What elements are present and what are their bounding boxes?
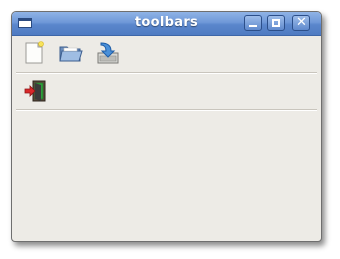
minimize-button[interactable] xyxy=(244,15,262,31)
new-document-icon xyxy=(25,41,44,64)
close-button[interactable]: ✕ xyxy=(292,15,310,31)
open-button[interactable] xyxy=(58,40,84,66)
open-folder-icon xyxy=(59,46,83,62)
save-icon xyxy=(97,42,119,64)
toolbar-exit xyxy=(12,74,321,110)
save-button[interactable] xyxy=(95,40,121,66)
maximize-icon xyxy=(272,19,280,27)
toolbar-separator xyxy=(16,109,317,111)
app-window: toolbars ✕ xyxy=(11,11,322,242)
toolbar-file xyxy=(12,36,321,72)
minimize-icon xyxy=(249,25,257,27)
close-icon: ✕ xyxy=(296,15,307,30)
maximize-button[interactable] xyxy=(267,15,285,31)
quit-button[interactable] xyxy=(23,78,49,104)
title-bar[interactable]: toolbars ✕ xyxy=(12,12,321,36)
quit-exit-icon xyxy=(24,80,46,102)
new-document-button[interactable] xyxy=(21,40,47,66)
